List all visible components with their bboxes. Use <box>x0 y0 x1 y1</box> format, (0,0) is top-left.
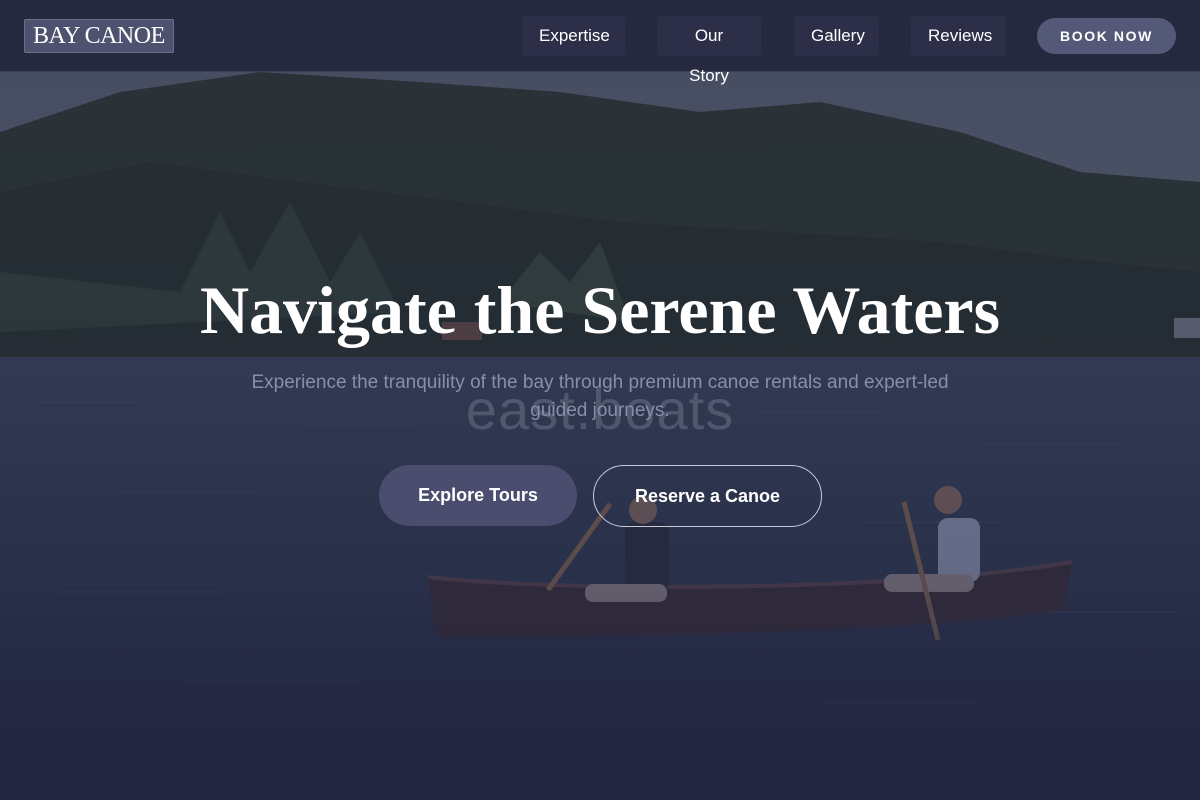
hero-title: Navigate the Serene Waters <box>199 272 1001 348</box>
nav-link-expertise[interactable]: Expertise <box>522 16 625 56</box>
site-header: BAY CANOE Expertise Our Story Gallery Re… <box>0 0 1200 85</box>
hero-subtitle: Experience the tranquility of the bay th… <box>251 372 949 421</box>
nav-link-gallery[interactable]: Gallery <box>794 16 879 56</box>
nav-link-reviews[interactable]: Reviews <box>911 16 1006 56</box>
nav-link-our-story[interactable]: Our Story <box>657 16 761 85</box>
brand-logo[interactable]: BAY CANOE <box>24 19 174 53</box>
hero-section: Navigate the Serene Waters east.boats Ex… <box>0 72 1200 800</box>
reserve-canoe-button[interactable]: Reserve a Canoe <box>593 465 822 527</box>
book-now-button[interactable]: BOOK NOW <box>1037 18 1176 54</box>
explore-tours-button[interactable]: Explore Tours <box>379 465 577 526</box>
